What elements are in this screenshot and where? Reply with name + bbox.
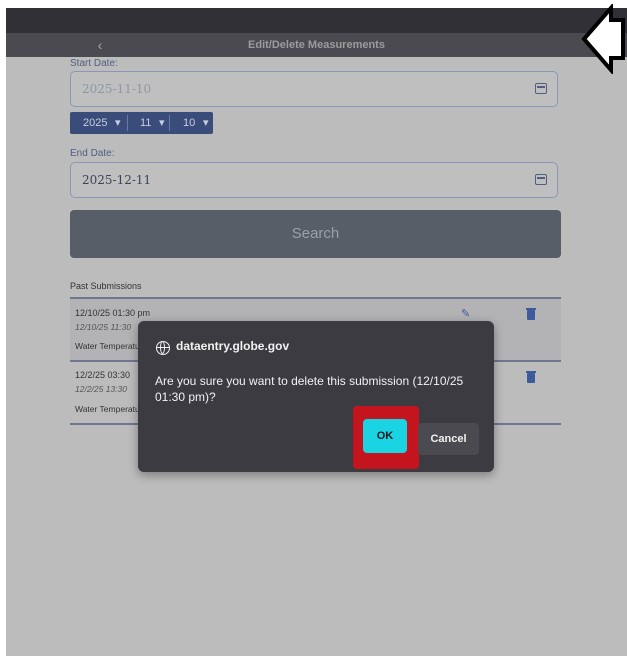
confirm-dialog: dataentry.globe.gov Are you sure you wan… xyxy=(138,321,494,472)
globe-icon xyxy=(156,341,170,355)
ok-highlight-box: OK xyxy=(353,406,419,469)
back-arrow-annotation-icon xyxy=(581,4,625,74)
end-date-field[interactable]: 2025-12-11 xyxy=(70,162,558,198)
picker-month[interactable]: 11 xyxy=(140,112,151,134)
start-date-value: 2025-11-10 xyxy=(82,82,152,96)
dialog-site: dataentry.globe.gov xyxy=(176,339,290,353)
caret-down-icon: ▾ xyxy=(203,117,209,129)
row-type: Water Temperature xyxy=(75,341,148,351)
date-picker[interactable]: 2025 ▾ 11 ▾ 10 ▾ xyxy=(70,112,213,134)
caret-down-icon: ▾ xyxy=(159,117,165,129)
past-submissions-label: Past Submissions xyxy=(70,281,142,291)
cancel-button[interactable]: Cancel xyxy=(418,423,479,455)
status-bar xyxy=(6,8,627,33)
row-subtime: 12/10/25 11:30 xyxy=(75,322,132,332)
row-time: 12/2/25 03:30 xyxy=(75,370,131,380)
calendar-icon[interactable] xyxy=(535,83,547,94)
app-screen: ‹ Edit/Delete Measurements Start Date: 2… xyxy=(6,8,627,656)
picker-divider xyxy=(127,115,128,131)
caret-down-icon: ▾ xyxy=(115,117,121,129)
picker-day[interactable]: 10 xyxy=(183,112,195,134)
ok-button[interactable]: OK xyxy=(363,419,407,453)
start-date-label: Start Date: xyxy=(70,58,118,69)
picker-divider xyxy=(169,115,170,131)
start-date-field[interactable]: 2025-11-10 xyxy=(70,71,558,107)
row-type: Water Temperature xyxy=(75,404,148,414)
calendar-icon[interactable] xyxy=(535,174,547,185)
row-time: 12/10/25 01:30 pm xyxy=(75,308,151,318)
row-subtime: 12/2/25 13:30 xyxy=(75,384,127,394)
search-button[interactable]: Search xyxy=(70,210,561,258)
trash-icon[interactable] xyxy=(526,371,536,383)
picker-year[interactable]: 2025 xyxy=(83,112,107,134)
page-title: Edit/Delete Measurements xyxy=(248,39,385,51)
dialog-message: Are you sure you want to delete this sub… xyxy=(155,374,464,404)
end-date-label: End Date: xyxy=(70,148,115,159)
edit-icon[interactable]: ✎ xyxy=(461,307,477,320)
trash-icon[interactable] xyxy=(526,308,536,320)
app-header: ‹ Edit/Delete Measurements xyxy=(6,33,627,57)
end-date-value: 2025-12-11 xyxy=(82,173,152,187)
